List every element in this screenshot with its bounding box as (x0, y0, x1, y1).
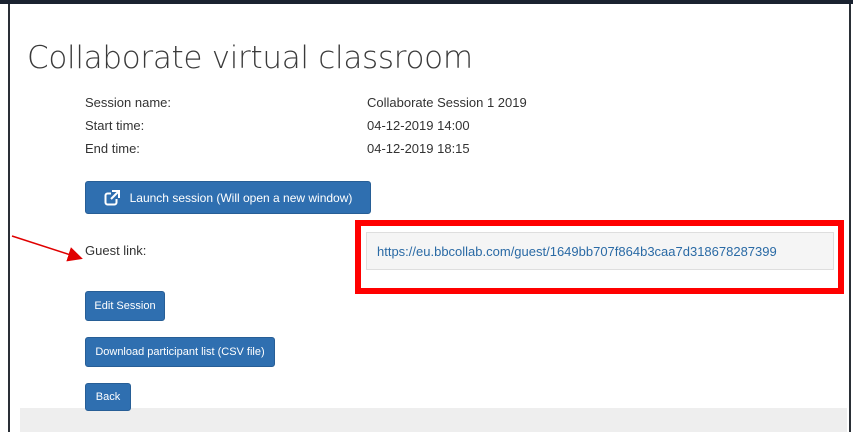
launch-session-label: Launch session (Will open a new window) (129, 190, 353, 205)
end-time-value: 04-12-2019 18:15 (367, 141, 470, 156)
back-button[interactable]: Back (85, 383, 131, 411)
annotation-arrow (11, 235, 83, 262)
session-name-value: Collaborate Session 1 2019 (367, 95, 527, 110)
highlight-box (355, 220, 844, 294)
edit-session-button[interactable]: Edit Session (85, 291, 165, 321)
download-participant-list-button[interactable]: Download participant list (CSV file) (85, 337, 275, 367)
footer-bar (20, 408, 847, 432)
external-link-icon (104, 189, 120, 206)
start-time-value: 04-12-2019 14:00 (367, 118, 470, 133)
launch-session-button[interactable]: Launch session (Will open a new window) (85, 181, 371, 214)
